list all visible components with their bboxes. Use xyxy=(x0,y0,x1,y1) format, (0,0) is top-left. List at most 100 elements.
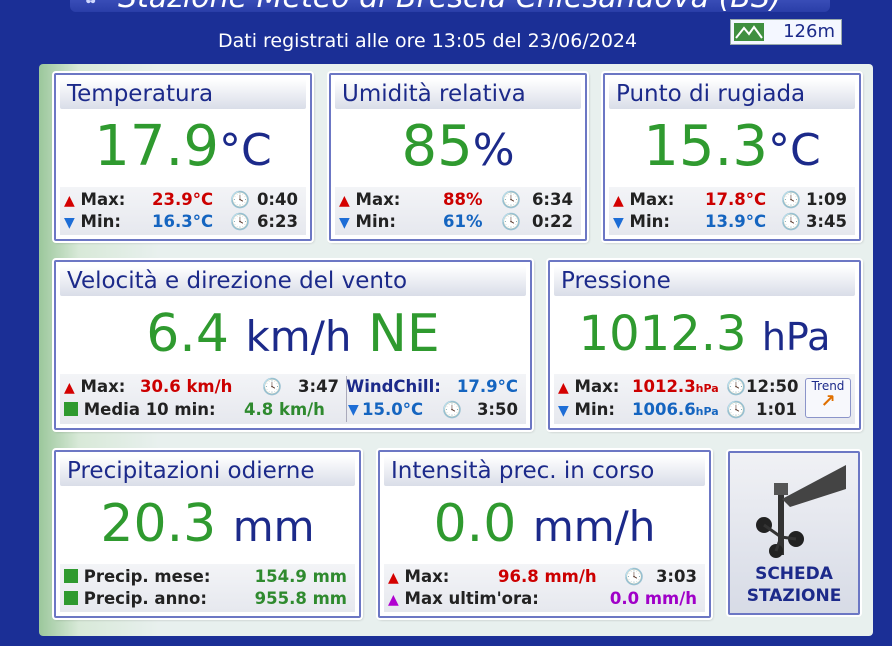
rainrate-max-row: ▲ Max: 96.8 mm/h 🕓 3:03 xyxy=(388,566,701,588)
rain-stats: Precip. mese: 154.9 mm Precip. anno: 955… xyxy=(60,564,355,612)
pressure-max-unit: hPa xyxy=(695,382,719,395)
rain-year-value: 955.8 mm xyxy=(254,589,347,608)
clock-icon: 🕓 xyxy=(230,190,250,209)
rain-month-label: Precip. mese: xyxy=(83,567,211,586)
pressure-max-number: 1012.3 xyxy=(632,377,696,396)
wind-value: 6.4 xyxy=(146,304,229,364)
dewpoint-stats: ▲ Max: 17.8°C 🕓 1:09 ▼ Min: 13.9°C 🕓 3:4… xyxy=(609,187,855,235)
humidity-unit: % xyxy=(472,125,515,176)
altitude-value: 126m xyxy=(783,21,835,42)
green-square-icon xyxy=(64,569,78,583)
clock-icon: 🕓 xyxy=(781,212,801,231)
dewpoint-max-value: 17.8°C xyxy=(705,190,767,209)
humidity-value: 85 xyxy=(401,114,473,179)
rainrate-lasthour-value: 0.0 mm/h xyxy=(609,589,697,608)
clock-icon: 🕓 xyxy=(442,400,462,419)
windchill-min-time: 3:50 xyxy=(476,400,518,419)
clock-icon: 🕓 xyxy=(726,400,746,419)
rain-current: 20.3 mm xyxy=(60,486,355,562)
windchill-label: WindChill: xyxy=(346,377,441,396)
temperature-max-time: 0:40 xyxy=(256,190,298,209)
min-down-icon: ▼ xyxy=(339,215,350,231)
rain-value: 20.3 xyxy=(100,494,217,554)
rainrate-unit: mm/h xyxy=(532,502,656,551)
pressure-unit: hPa xyxy=(761,315,831,359)
temperature-stats: ▲ Max: 23.9°C 🕓 0:40 ▼ Min: 16.3°C 🕓 6:2… xyxy=(60,187,306,235)
pressure-max-time: 12:50 xyxy=(746,377,799,396)
pressure-min-unit: hPa xyxy=(695,405,719,418)
anemometer-icon xyxy=(756,465,846,558)
max-label: Max: xyxy=(355,190,401,209)
min-down-icon: ▼ xyxy=(348,402,359,418)
pressure-card: Pressione 1012.3 hPa ▲ Max: 1012.3hPa 🕓 … xyxy=(548,260,861,430)
dewpoint-max-row: ▲ Max: 17.8°C 🕓 1:09 xyxy=(613,189,851,211)
wind-unit: km/h xyxy=(245,312,352,361)
pressure-max-value: 1012.3hPa xyxy=(632,376,719,400)
max-up-icon: ▲ xyxy=(64,193,75,209)
wind-title: Velocità e direzione del vento xyxy=(60,266,526,296)
rainrate-lasthour-label: Max ultim'ora: xyxy=(404,589,539,608)
min-label: Min: xyxy=(574,400,615,419)
humidity-max-time: 6:34 xyxy=(531,190,573,209)
station-title: Stazione Meteo di Brescia Chiesanuova (B… xyxy=(118,0,782,12)
green-square-icon xyxy=(64,402,78,416)
rainrate-stats: ▲ Max: 96.8 mm/h 🕓 3:03 ▲ Max ultim'ora:… xyxy=(384,564,705,612)
max-label: Max: xyxy=(80,190,126,209)
dewpoint-min-row: ▼ Min: 13.9°C 🕓 3:45 xyxy=(613,211,851,233)
pressure-min-time: 1:01 xyxy=(756,400,798,419)
trend-button[interactable]: Trend ↗ xyxy=(805,378,851,418)
rain-title: Precipitazioni odierne xyxy=(60,456,355,486)
min-label: Min: xyxy=(629,212,670,231)
humidity-stats: ▲ Max: 88% 🕓 6:34 ▼ Min: 61% 🕓 0:22 xyxy=(335,187,581,235)
pressure-current: 1012.3 hPa xyxy=(554,296,855,372)
trend-arrow-icon: ↗ xyxy=(820,391,836,412)
rainrate-value: 0.0 xyxy=(433,494,517,554)
wind-avg-row: Media 10 min: 4.8 km/h ▼ 15.0°C 🕓 3:50 xyxy=(64,399,522,421)
clock-icon: 🕓 xyxy=(262,377,282,396)
dewpoint-value: 15.3 xyxy=(643,114,768,179)
green-square-icon xyxy=(64,591,78,605)
dewpoint-min-time: 3:45 xyxy=(805,212,847,231)
pressure-title: Pressione xyxy=(554,266,855,296)
wind-divider xyxy=(346,376,347,422)
altitude-badge: 126m xyxy=(730,19,842,45)
station-info-button[interactable]: SCHEDA STAZIONE xyxy=(728,451,860,615)
windchill-value: 17.9°C xyxy=(456,377,518,396)
clock-icon: 🕓 xyxy=(781,190,801,209)
temperature-card: Temperatura 17.9°C ▲ Max: 23.9°C 🕓 0:40 … xyxy=(54,73,312,241)
pressure-min-number: 1006.6 xyxy=(632,400,696,419)
wind-avg-value: 4.8 km/h xyxy=(244,400,325,419)
humidity-title: Umidità relativa xyxy=(335,79,581,109)
rain-year-row: Precip. anno: 955.8 mm xyxy=(64,588,351,610)
rainrate-lasthour-row: ▲ Max ultim'ora: 0.0 mm/h xyxy=(388,588,701,610)
temperature-value: 17.9 xyxy=(94,114,219,179)
min-down-icon: ▼ xyxy=(613,215,624,231)
pressure-stats: ▲ Max: 1012.3hPa 🕓 12:50 ▼ Min: 1006.6hP… xyxy=(554,374,855,424)
humidity-max-row: ▲ Max: 88% 🕓 6:34 xyxy=(339,189,577,211)
clock-icon: 🕓 xyxy=(726,377,746,396)
wind-max-time: 3:47 xyxy=(298,377,340,396)
max-up-icon: ▲ xyxy=(64,380,75,396)
temperature-title: Temperatura xyxy=(60,79,306,109)
rainrate-current: 0.0 mm/h xyxy=(384,486,705,562)
max-up-icon: ▲ xyxy=(613,193,624,209)
temperature-current: 17.9°C xyxy=(60,109,306,185)
mountain-icon xyxy=(734,23,764,41)
temperature-unit: °C xyxy=(218,125,272,176)
max-label: Max: xyxy=(574,377,620,396)
temperature-min-row: ▼ Min: 16.3°C 🕓 6:23 xyxy=(64,211,302,233)
rainrate-max-value: 96.8 mm/h xyxy=(498,567,597,586)
dewpoint-min-value: 13.9°C xyxy=(705,212,767,231)
max-up-icon: ▲ xyxy=(558,380,569,396)
wind-current: 6.4 km/h NE xyxy=(60,296,526,372)
temperature-min-value: 16.3°C xyxy=(152,212,214,231)
dewpoint-card: Punto di rugiada 15.3°C ▲ Max: 17.8°C 🕓 … xyxy=(603,73,861,241)
station-label-line1: SCHEDA xyxy=(755,564,833,584)
min-down-icon: ▼ xyxy=(64,215,75,231)
station-info-label: SCHEDA STAZIONE xyxy=(730,563,858,607)
max-label: Max: xyxy=(404,567,450,586)
dewpoint-title: Punto di rugiada xyxy=(609,79,855,109)
min-down-icon: ▼ xyxy=(558,403,569,419)
humidity-card: Umidità relativa 85% ▲ Max: 88% 🕓 6:34 ▼… xyxy=(329,73,587,241)
purple-up-icon: ▲ xyxy=(388,592,399,608)
